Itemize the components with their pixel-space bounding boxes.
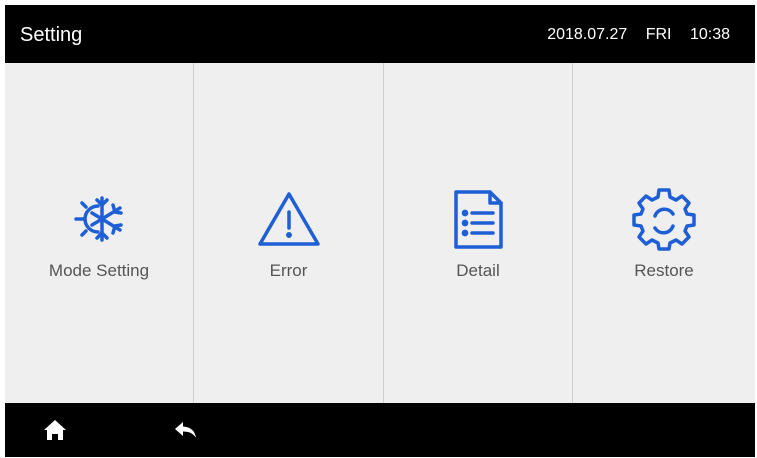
back-arrow-icon [175, 422, 196, 438]
top-bar: Setting 2018.07.27 FRI 10:38 [5, 5, 755, 63]
error-label: Error [269, 261, 308, 280]
detail-button[interactable]: Detail [384, 63, 573, 403]
date-text: 2018.07.27 [547, 26, 628, 43]
screen-frame: Setting 2018.07.27 FRI 10:38 Mode Settin… [5, 5, 755, 457]
weekday-text: FRI [645, 26, 672, 43]
gear-icon [629, 184, 699, 254]
page-title: Setting [20, 24, 83, 46]
back-button[interactable] [172, 417, 198, 443]
mode-setting-label: Mode Setting [48, 261, 150, 280]
document-list-icon [443, 184, 513, 254]
settings-panel: Mode Setting Error Detail Restore [5, 63, 755, 403]
restore-button[interactable]: Restore [573, 63, 755, 403]
snowflake-sun-icon [64, 184, 134, 254]
error-button[interactable]: Error [194, 63, 384, 403]
restore-label: Restore [634, 261, 694, 280]
bottom-bar [5, 403, 755, 457]
home-icon [44, 420, 66, 440]
detail-label: Detail [456, 261, 500, 280]
warning-triangle-icon [254, 184, 324, 254]
home-button[interactable] [42, 417, 68, 443]
mode-setting-button[interactable]: Mode Setting [5, 63, 194, 403]
time-text: 10:38 [689, 26, 730, 43]
datetime-display: 2018.07.27 FRI 10:38 [547, 5, 730, 63]
